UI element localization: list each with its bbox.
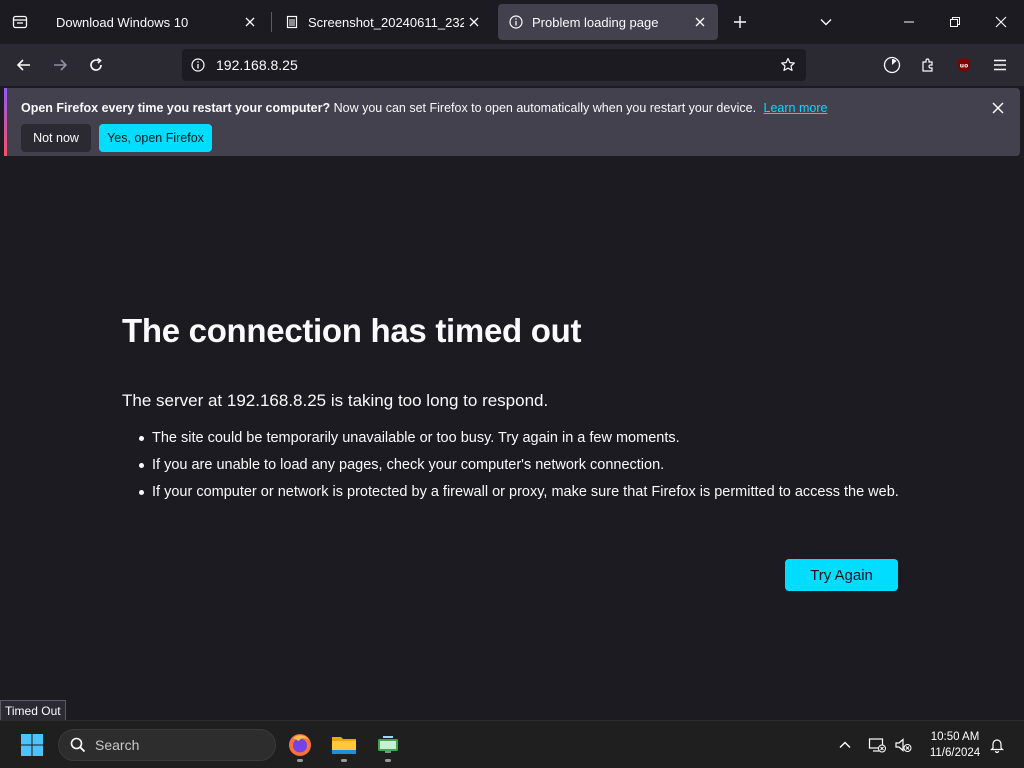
network-disconnected-icon [868, 738, 886, 753]
list-all-tabs-button[interactable] [810, 6, 842, 38]
search-icon [61, 737, 95, 753]
tab-label: Download Windows 10 [56, 14, 189, 30]
notifications-button[interactable] [985, 733, 1009, 757]
tab-screenshot[interactable]: Screenshot_20240611_232027.pr [274, 4, 492, 40]
close-icon [469, 17, 479, 27]
bell-icon [990, 739, 1004, 753]
tab-label: Problem loading page [532, 14, 659, 30]
firefox-view-button[interactable] [0, 0, 40, 44]
arrow-left-icon [16, 59, 30, 71]
firefox-view-icon [12, 15, 28, 29]
running-indicator [297, 759, 303, 762]
minimize-icon [904, 21, 914, 23]
new-tab-button[interactable] [724, 6, 756, 38]
close-window-button[interactable] [978, 0, 1024, 44]
hamburger-menu-icon [994, 59, 1006, 71]
arrow-right-icon [54, 59, 68, 71]
running-indicator [341, 759, 347, 762]
site-info-icon[interactable] [182, 49, 214, 81]
bookmark-button[interactable] [772, 49, 804, 81]
chevron-up-icon [839, 741, 851, 748]
clock-date: 11/6/2024 [929, 747, 981, 759]
star-icon [781, 57, 795, 71]
taskbar-firefox[interactable] [282, 727, 318, 763]
running-indicator [385, 759, 391, 762]
tab-download-windows[interactable]: Download Windows 10 [46, 4, 268, 40]
search-placeholder: Search [95, 737, 140, 753]
tab-problem-loading[interactable]: Problem loading page [498, 4, 718, 40]
error-suggestions-list: The site could be temporarily unavailabl… [122, 428, 912, 509]
url-text[interactable]: 192.168.8.25 [216, 57, 298, 73]
notification-message: Open Firefox every time you restart your… [21, 101, 827, 115]
volume-tray-button[interactable] [891, 733, 915, 757]
start-button[interactable] [16, 731, 48, 759]
url-bar[interactable]: 192.168.8.25 [182, 49, 806, 81]
sync-icon [883, 56, 901, 74]
clock-time: 10:50 AM [930, 731, 980, 743]
system-clock[interactable]: 10:50 AM 11/6/2024 [918, 729, 992, 761]
minimize-button[interactable] [886, 0, 932, 44]
tab-close-button[interactable] [240, 12, 260, 32]
menu-button[interactable] [984, 49, 1016, 81]
show-hidden-icons-button[interactable] [833, 733, 857, 757]
restore-button[interactable] [932, 0, 978, 44]
folder-icon [332, 737, 356, 754]
reload-icon [90, 57, 102, 71]
file-icon [284, 14, 300, 30]
taskbar-search[interactable]: Search [58, 729, 276, 761]
taskbar: Search 10:50 AM 11/6/2024 [0, 720, 1024, 768]
back-button[interactable] [8, 49, 40, 81]
error-description: The server at 192.168.8.25 is taking too… [122, 391, 549, 410]
forward-button[interactable] [44, 49, 76, 81]
learn-more-link[interactable]: Learn more [764, 101, 828, 115]
tab-close-button[interactable] [690, 12, 710, 32]
ublock-extension-button[interactable]: uo [948, 49, 980, 81]
notification-close-button[interactable] [986, 96, 1010, 120]
default-browser-notification: Open Firefox every time you restart your… [4, 88, 1020, 156]
close-icon [695, 17, 705, 27]
svg-text:uo: uo [960, 63, 968, 70]
tab-strip: Download Windows 10 Screenshot_20240611_… [0, 0, 1024, 44]
tab-close-button[interactable] [464, 12, 484, 32]
status-panel: Timed Out [0, 700, 66, 721]
taskbar-app-monitor[interactable] [370, 727, 406, 763]
list-item: If you are unable to load any pages, che… [122, 455, 912, 475]
list-item: The site could be temporarily unavailabl… [122, 428, 912, 448]
error-title: The connection has timed out [122, 312, 582, 349]
notification-heading: Open Firefox every time you restart your… [21, 101, 331, 115]
restore-icon [950, 17, 960, 27]
notification-body: Now you can set Firefox to open automati… [333, 101, 757, 115]
not-now-button[interactable]: Not now [21, 124, 91, 152]
list-item: If your computer or network is protected… [122, 482, 912, 502]
speaker-muted-icon [895, 738, 912, 752]
close-icon [245, 17, 255, 27]
info-icon [508, 14, 524, 30]
navigation-toolbar: 192.168.8.25 uo [0, 44, 1024, 86]
plus-icon [734, 16, 746, 28]
try-again-button[interactable]: Try Again [785, 559, 898, 591]
firefox-icon [289, 734, 311, 756]
tab-divider [271, 12, 272, 32]
monitor-app-icon [378, 736, 398, 753]
network-tray-button[interactable] [865, 733, 889, 757]
taskbar-file-explorer[interactable] [326, 727, 362, 763]
ublock-icon: uo [958, 58, 970, 72]
extensions-button[interactable] [912, 49, 944, 81]
reload-button[interactable] [80, 49, 112, 81]
yes-open-firefox-button[interactable]: Yes, open Firefox [99, 124, 212, 152]
sync-button[interactable] [876, 49, 908, 81]
tab-label: Screenshot_20240611_232027.pr [308, 14, 464, 30]
chevron-down-icon [820, 19, 832, 26]
puzzle-icon [922, 58, 933, 72]
close-icon [992, 102, 1004, 114]
close-icon [995, 16, 1007, 28]
windows-logo-icon [21, 734, 43, 756]
